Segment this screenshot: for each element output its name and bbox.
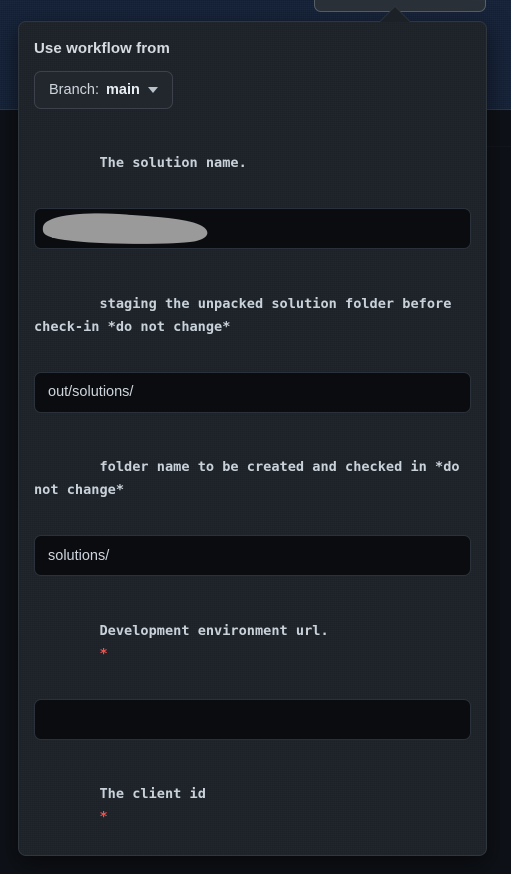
form-field-staging-folder: staging the unpacked solution folder bef… [34, 269, 471, 413]
input-wrapper [34, 208, 471, 250]
form-field-client-id: The client id * [34, 760, 471, 855]
field-label: The client id * [34, 760, 471, 854]
required-marker: * [99, 645, 108, 662]
field-label: The solution name. [34, 129, 471, 199]
field-label-text: The client id [99, 786, 206, 802]
branch-select-button[interactable]: Branch: main [34, 71, 173, 109]
popover-caret-icon [380, 7, 410, 22]
field-label: folder name to be created and checked in… [34, 433, 471, 527]
field-label-text: The solution name. [99, 155, 247, 172]
branch-select-value: main [105, 82, 140, 98]
field-label: staging the unpacked solution folder bef… [34, 269, 471, 363]
checkin-folder-input[interactable] [34, 535, 471, 577]
field-label-text: staging the unpacked solution folder bef… [34, 295, 460, 335]
chevron-down-icon [147, 87, 158, 93]
form-field-solution-name: The solution name. [34, 129, 471, 250]
form-field-checkin-folder: folder name to be created and checked in… [34, 433, 471, 577]
popover-body: Use workflow from Branch: main The solut… [19, 22, 486, 855]
run-workflow-popover: Use workflow from Branch: main The solut… [18, 21, 487, 856]
field-label: Development environment url. * [34, 596, 471, 690]
field-label-text: folder name to be created and checked in… [34, 459, 468, 499]
popover-heading: Use workflow from [34, 40, 170, 57]
development-environment-url-input[interactable] [34, 698, 471, 740]
form-field-development-environment-url: Development environment url. * [34, 596, 471, 740]
backdrop-secondary-divider [487, 146, 511, 147]
solution-name-input[interactable] [34, 208, 471, 250]
staging-folder-input[interactable] [34, 371, 471, 413]
field-label-text: Development environment url. [99, 622, 329, 639]
required-marker: * [99, 809, 108, 826]
branch-select-prefix: Branch: [49, 82, 99, 98]
